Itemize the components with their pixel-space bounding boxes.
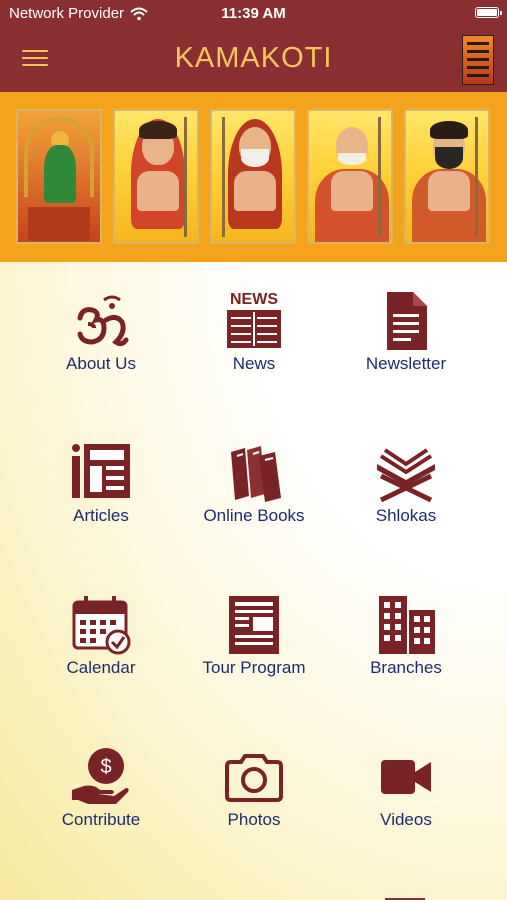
calendar-icon [72,596,131,655]
tour-program-icon [229,596,279,654]
menu-calendar[interactable]: Calendar [31,594,171,704]
menu-label: Shlokas [375,506,437,525]
camera-icon [225,754,283,802]
guru-portrait-4 [404,109,490,244]
status-bar: Network Provider 11:39 AM [0,0,507,28]
guru-portrait-3 [307,109,393,244]
guru-portrait-1 [113,109,199,244]
document-icon [387,292,427,350]
menu-contribute[interactable]: $ Contribute [31,746,171,856]
newspaper-icon: NEWS [227,291,281,348]
menu-shlokas[interactable]: Shlokas [336,442,476,552]
battery-icon [475,7,502,18]
video-camera-icon [381,760,431,794]
menu-label: Branches [370,658,442,677]
status-time: 11:39 AM [221,5,286,22]
menu-branches[interactable]: Branches [336,594,476,704]
app-title: KAMAKOTI [174,42,333,74]
buildings-icon [379,596,435,654]
menu-label: About Us [66,354,136,373]
menu-online-books[interactable]: Online Books [184,442,324,552]
menu-articles[interactable]: Articles [31,442,171,552]
menu-news[interactable]: NEWS News [184,290,324,400]
menu-label: Contribute [61,810,141,829]
menu-label: Videos [380,810,432,829]
menu-grid: About Us NEWS News Newsletter Articles O… [0,262,507,900]
news-icon-text: NEWS [230,291,278,308]
menu-label: News [232,354,276,373]
svg-text:$: $ [100,756,111,778]
menu-videos[interactable]: Videos [336,746,476,856]
articles-icon [72,444,130,498]
books-icon [231,446,281,502]
goddess-portrait [16,109,102,244]
donation-hand-icon: $ [72,748,129,804]
app-header: KAMAKOTI [0,28,507,92]
temple-logo[interactable] [462,35,494,85]
menu-label: Photos [227,810,281,829]
menu-label: Newsletter [365,354,447,373]
guru-portrait-2 [210,109,296,244]
guru-banner [0,92,507,262]
menu-about-us[interactable]: About Us [31,290,171,400]
open-book-icon [377,448,435,503]
menu-label: Calendar [66,658,136,677]
om-icon [77,295,129,347]
menu-label: Online Books [203,506,305,525]
menu-label: Tour Program [202,658,306,677]
menu-photos[interactable]: Photos [184,746,324,856]
menu-newsletter[interactable]: Newsletter [336,290,476,400]
menu-tour-program[interactable]: Tour Program [184,594,324,704]
menu-label: Articles [73,506,129,525]
